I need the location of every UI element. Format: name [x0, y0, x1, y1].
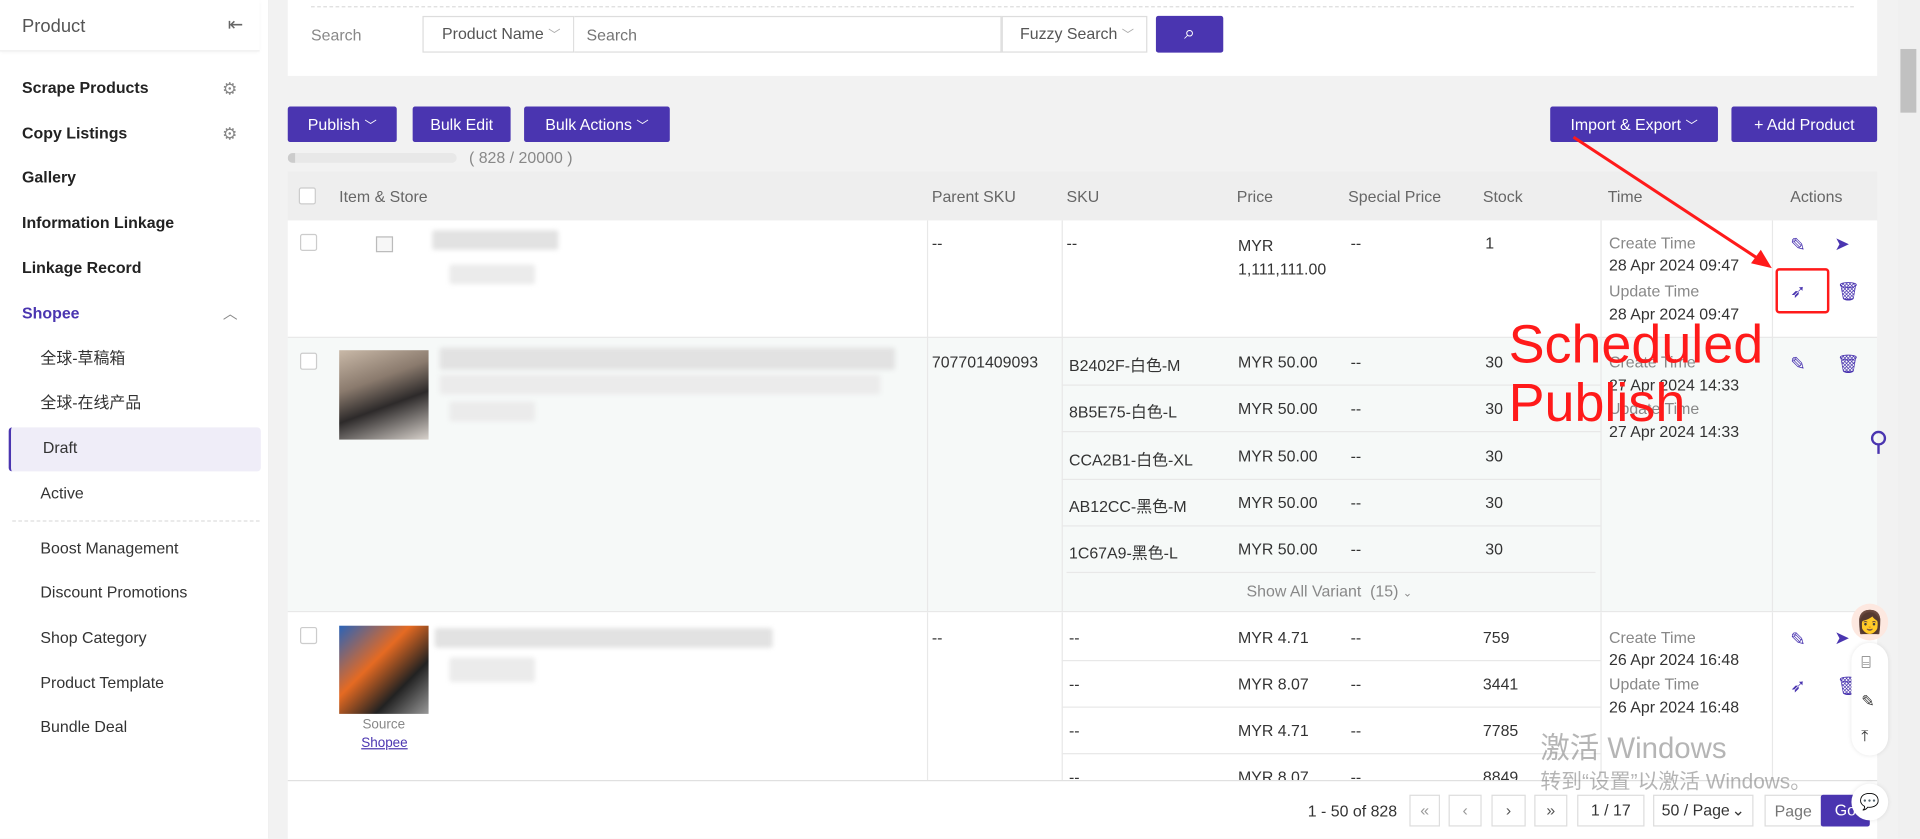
- annotation-line: Publish: [1508, 373, 1686, 434]
- annotation-line: Scheduled: [1508, 314, 1764, 375]
- annotation-label: Scheduled Publish: [1508, 314, 1764, 434]
- annotation-highlight-box: [1775, 268, 1830, 314]
